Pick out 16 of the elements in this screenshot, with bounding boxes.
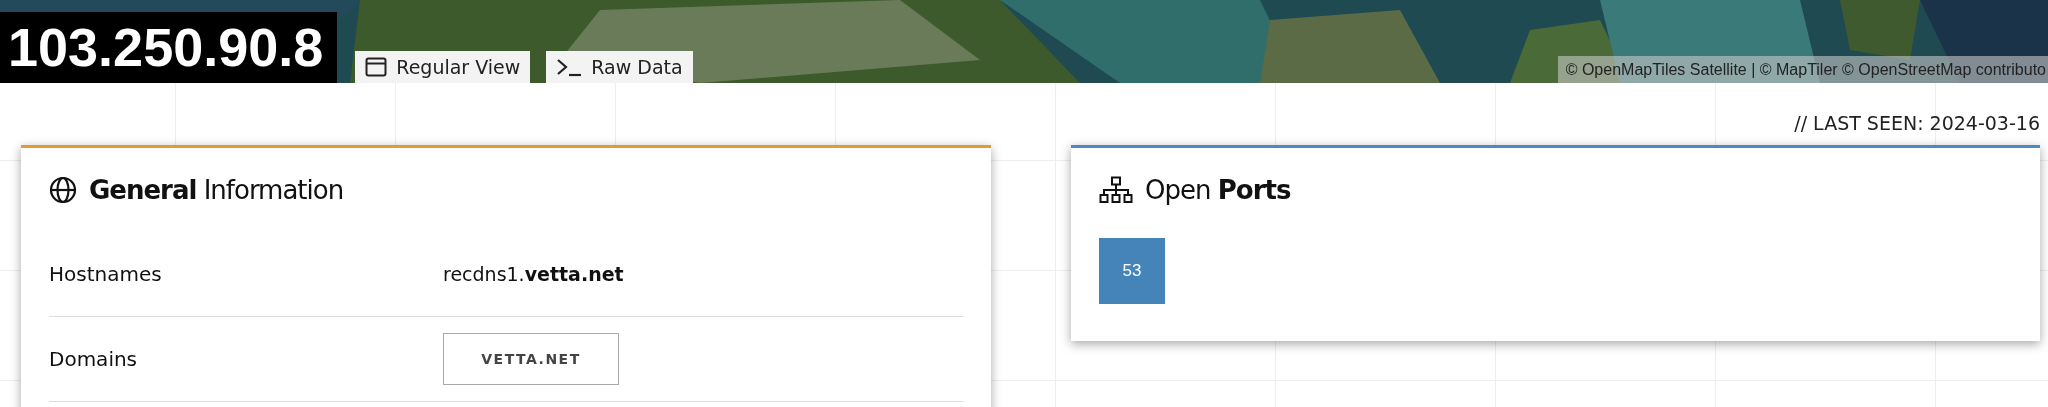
- globe-icon: [49, 176, 77, 204]
- map-attribution: © OpenMapTiles Satellite | © MapTiler © OpenStreetMap contributo: [1557, 56, 2048, 83]
- terminal-icon: [556, 57, 583, 77]
- ip-address: 103.250.90.8: [0, 12, 338, 83]
- view-tab[interactable]: Raw Data: [546, 51, 693, 83]
- field-label: Domains: [49, 347, 139, 371]
- domain-tag[interactable]: VETTA.NET: [443, 333, 619, 385]
- hostname-text: recdns1.vetta.net: [443, 263, 624, 285]
- last-seen-text: // LAST SEEN: 2024-03-16: [1794, 112, 2040, 134]
- port-badge[interactable]: 53: [1099, 238, 1165, 304]
- card-title: Open Ports: [1145, 175, 1291, 205]
- card-title: General Information: [89, 175, 344, 205]
- view-tab[interactable]: Regular View: [355, 51, 531, 83]
- network-icon: [1099, 176, 1133, 204]
- field-label: Hostnames: [49, 262, 163, 286]
- window-icon: [365, 57, 388, 77]
